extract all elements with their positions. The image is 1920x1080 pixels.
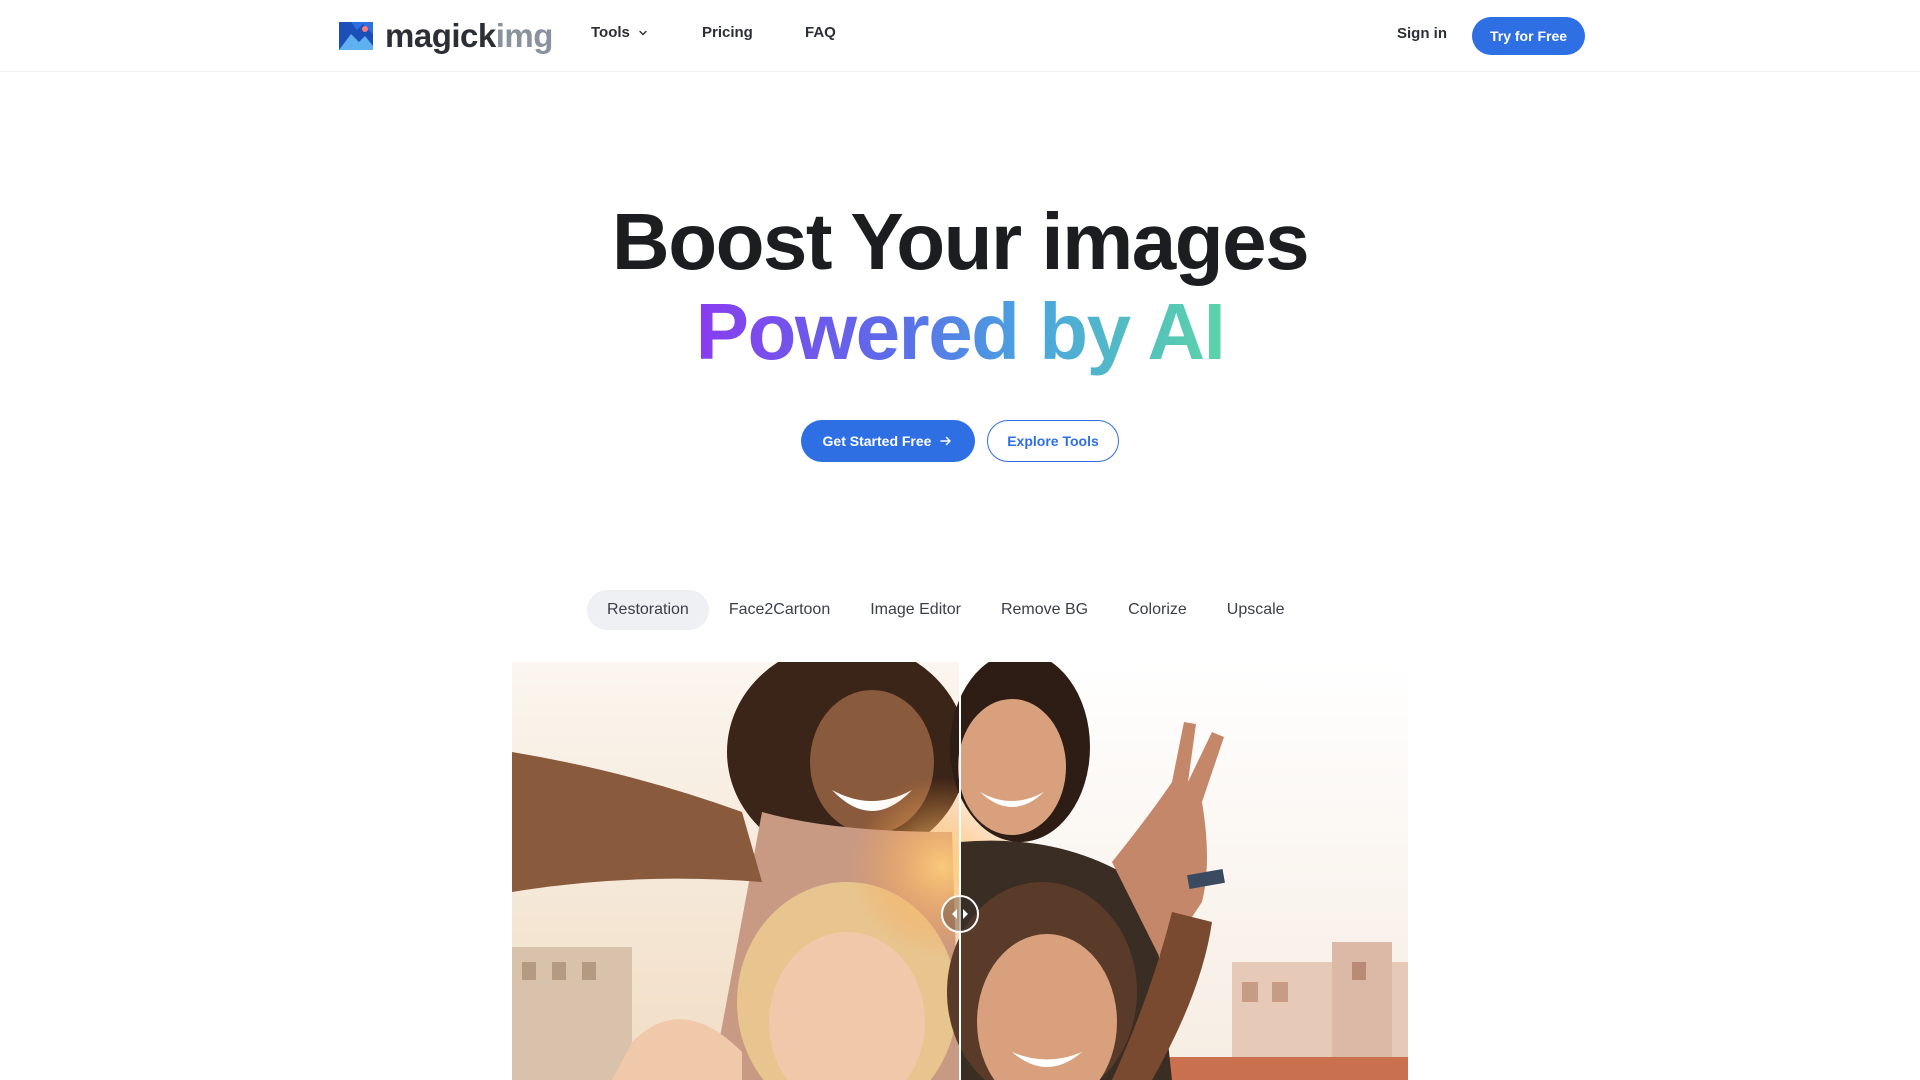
- brand-name: magickimg: [385, 19, 553, 52]
- tab-image-editor[interactable]: Image Editor: [850, 590, 981, 630]
- brand-logo[interactable]: magickimg: [337, 19, 553, 52]
- sign-in-link[interactable]: Sign in: [1397, 25, 1447, 42]
- explore-tools-button[interactable]: Explore Tools: [987, 420, 1119, 462]
- nav-pricing-label: Pricing: [702, 24, 753, 41]
- before-after-comparison[interactable]: [512, 662, 1408, 1080]
- brand-name-dark: magick: [385, 17, 496, 54]
- nav-faq-link[interactable]: FAQ: [805, 24, 836, 41]
- nav-tools-label: Tools: [591, 24, 630, 41]
- get-started-free-label: Get Started Free: [822, 433, 932, 449]
- tab-colorize[interactable]: Colorize: [1108, 590, 1207, 630]
- nav-faq-label: FAQ: [805, 24, 836, 41]
- mountain-flag-logo-icon: [339, 21, 373, 50]
- comparison-slider-handle[interactable]: [941, 895, 979, 933]
- try-for-free-button[interactable]: Try for Free: [1472, 17, 1585, 55]
- nav-tools-dropdown[interactable]: Tools: [591, 24, 648, 41]
- tab-face2cartoon[interactable]: Face2Cartoon: [709, 590, 850, 630]
- chevron-down-icon: [639, 30, 647, 35]
- get-started-free-button[interactable]: Get Started Free: [801, 420, 975, 462]
- arrow-right-icon: [940, 436, 952, 446]
- left-right-arrows-icon: [952, 909, 968, 919]
- top-navigation-bar: magickimg Tools Pricing FAQ Sign in Try …: [0, 0, 1920, 72]
- brand-name-light: img: [495, 17, 554, 54]
- hero-headline: Boost Your images: [611, 197, 1310, 286]
- tool-tabs: Restoration Face2Cartoon Image Editor Re…: [587, 590, 1305, 630]
- hero-gradient-text: Powered by AI: [695, 287, 1226, 376]
- nav-pricing-link[interactable]: Pricing: [702, 24, 753, 41]
- tab-upscale[interactable]: Upscale: [1207, 590, 1305, 630]
- tab-remove-bg[interactable]: Remove BG: [981, 590, 1108, 630]
- comparison-divider[interactable]: [959, 662, 961, 1080]
- hero-subheadline: Powered by AI: [0, 286, 1920, 378]
- tab-restoration[interactable]: Restoration: [587, 590, 709, 630]
